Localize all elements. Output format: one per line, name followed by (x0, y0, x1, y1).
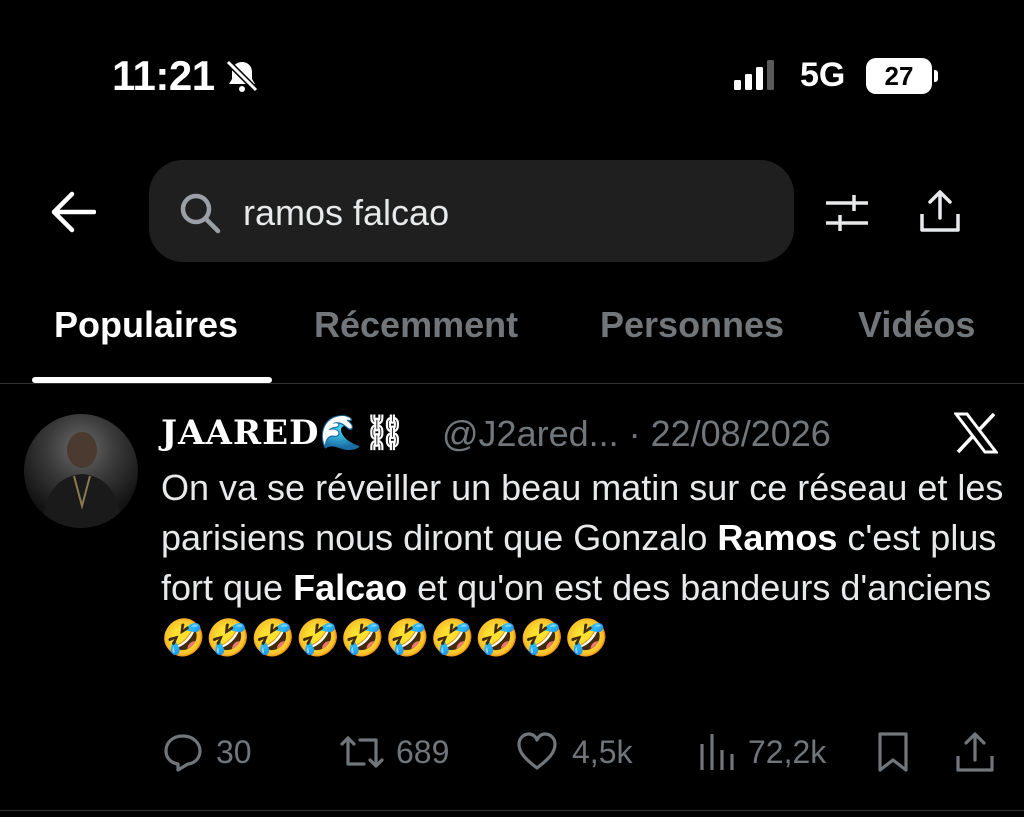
tab-personnes[interactable]: Personnes (600, 304, 784, 346)
bookmark-icon[interactable] (872, 730, 914, 774)
cellular-signal-icon (734, 60, 774, 90)
tweet-text-highlight: Falcao (293, 567, 408, 608)
bell-muted-icon (225, 59, 259, 93)
reply-count: 30 (216, 734, 252, 770)
like-heart-icon[interactable] (516, 730, 558, 774)
status-time: 11:21 (112, 52, 215, 99)
back-arrow-icon[interactable] (50, 190, 96, 234)
tabs-divider (0, 383, 1024, 384)
views-count: 72,2k (748, 734, 827, 770)
tweet-text[interactable]: On va se réveiller un beau matin sur ce … (161, 463, 1011, 663)
share-icon[interactable] (918, 188, 962, 234)
retweet-count: 689 (396, 734, 450, 770)
network-type: 5G (800, 56, 846, 94)
avatar[interactable] (24, 414, 138, 528)
tweet-author-name[interactable]: JAARED🌊⛓ (161, 413, 407, 453)
filter-settings-icon[interactable] (824, 191, 870, 235)
battery-icon: 27 (866, 58, 932, 94)
views-analytics-icon[interactable] (696, 730, 738, 774)
retweet-icon[interactable] (338, 730, 386, 774)
tab-populaires[interactable]: Populaires (54, 304, 238, 346)
battery-level: 27 (884, 61, 914, 91)
tab-videos[interactable]: Vidéos (858, 304, 975, 346)
x-logo-icon (954, 412, 998, 454)
like-count: 4,5k (572, 734, 633, 770)
search-icon (180, 193, 221, 234)
share-icon[interactable] (954, 730, 996, 774)
reply-icon[interactable] (162, 730, 204, 774)
avatar-person-silhouette (42, 432, 122, 528)
tweet-text-highlight: Ramos (717, 517, 838, 558)
battery-tip (934, 70, 938, 82)
tweet-handle-date[interactable]: @J2ared... · 22/08/2026 (442, 413, 831, 455)
search-input[interactable]: ramos falcao (243, 192, 449, 234)
tweet-divider (0, 810, 1024, 811)
tab-recemment[interactable]: Récemment (314, 304, 518, 346)
